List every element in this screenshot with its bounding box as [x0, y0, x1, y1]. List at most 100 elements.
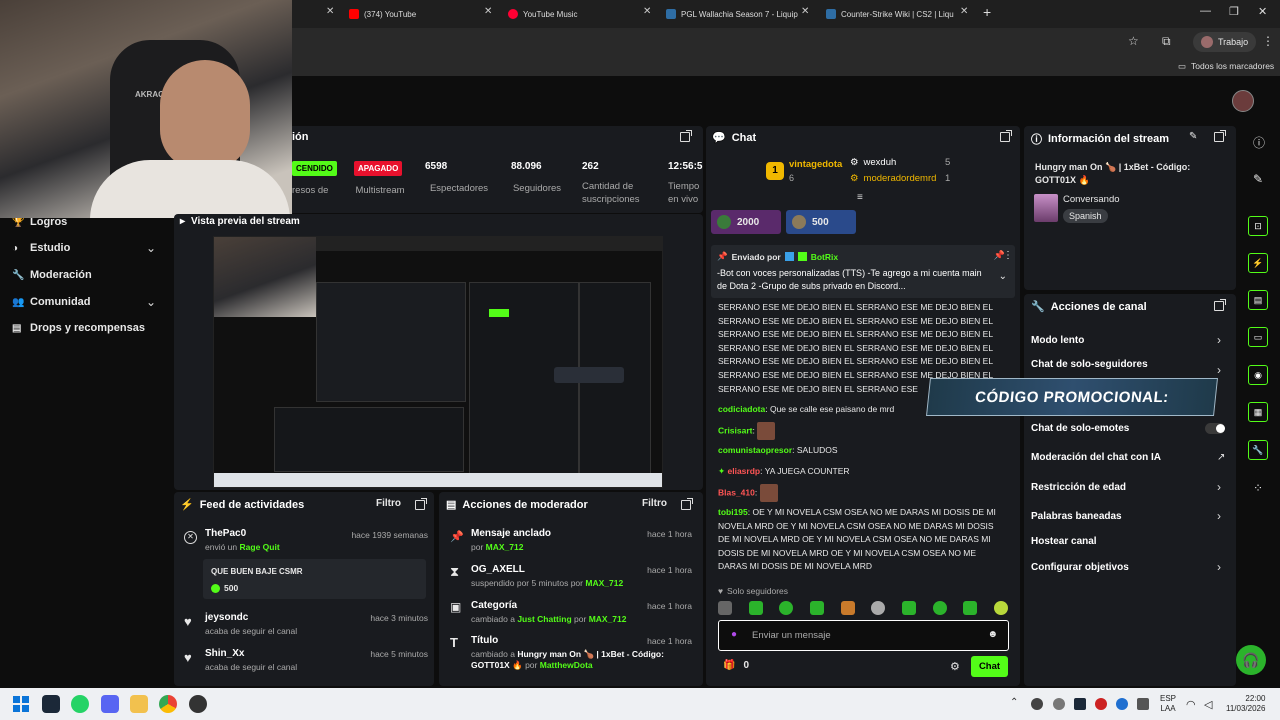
user-avatar[interactable] — [1232, 90, 1254, 112]
leader-row[interactable]: ⚙ wexduh — [850, 157, 896, 168]
popout-icon[interactable] — [1214, 130, 1226, 145]
emote-icon[interactable] — [718, 601, 732, 615]
sidebar-item-moderacion[interactable]: 🔧 Moderación — [12, 269, 92, 281]
emote-icon[interactable] — [901, 601, 916, 615]
action-host-channel[interactable]: Hostear canal — [1031, 536, 1097, 547]
steam-icon[interactable] — [42, 695, 60, 713]
whatsapp-icon[interactable] — [71, 695, 89, 713]
wifi-icon[interactable]: ◠ — [1186, 698, 1196, 711]
quick-action-icon[interactable]: ▦ — [1248, 402, 1268, 422]
chat-input[interactable]: ● Enviar un mensaje ☻ — [718, 620, 1009, 651]
external-link-icon[interactable]: ↗ — [1217, 452, 1225, 463]
quick-action-icon[interactable]: 🔧 — [1248, 440, 1268, 460]
expand-icon[interactable]: ≡ — [857, 192, 863, 203]
emote-icon[interactable] — [809, 601, 824, 615]
popout-icon[interactable] — [415, 498, 427, 513]
close-tab-icon[interactable]: ✕ — [484, 6, 492, 17]
file-explorer-icon[interactable] — [130, 695, 148, 713]
chevron-right-icon[interactable]: › — [1217, 333, 1221, 347]
chevron-down-icon[interactable]: ⌄ — [999, 271, 1007, 282]
sidebar-item-comunidad[interactable]: 👥 Comunidad — [12, 296, 91, 308]
emote-icon[interactable] — [871, 601, 886, 615]
all-bookmarks[interactable]: ▭ Todos los marcadores — [1178, 61, 1274, 72]
minimize-icon[interactable]: — — [1200, 5, 1211, 17]
sidebar-item-drops[interactable]: ▤ Drops y recompensas — [12, 322, 145, 334]
profile-button[interactable]: Trabajo — [1193, 32, 1257, 52]
tab-cs-wiki[interactable]: Counter-Strike Wiki | CS2 | Liqu — [826, 5, 954, 23]
language-indicator[interactable]: ESP LAA — [1160, 694, 1176, 714]
chrome-icon[interactable] — [159, 695, 177, 713]
new-tab-icon[interactable]: + — [983, 4, 991, 20]
sidebar-item-estudio[interactable]: ◑ Estudio — [12, 242, 70, 254]
action-ai-moderation[interactable]: Moderación del chat con IA — [1031, 452, 1161, 463]
menu-dots-icon[interactable]: ⋮ — [1003, 250, 1013, 261]
extensions-icon[interactable]: ⧉ — [1162, 34, 1171, 49]
emote-icon[interactable] — [779, 601, 794, 615]
action-emote-only[interactable]: Chat de solo-emotes — [1031, 423, 1129, 434]
stream-preview-video[interactable] — [213, 236, 663, 488]
action-age-restriction[interactable]: Restricción de edad — [1031, 482, 1126, 493]
feed-filter-button[interactable]: Filtro — [376, 498, 401, 509]
settings-gear-icon[interactable]: ⚙ — [950, 660, 960, 673]
popout-icon[interactable] — [1000, 130, 1012, 145]
pinned-message[interactable]: 📌 Enviado por BotRix -Bot con voces person… — [711, 245, 1015, 298]
star-icon[interactable]: ☆ — [1128, 34, 1139, 48]
emote-icon[interactable] — [993, 601, 1008, 615]
popout-icon[interactable] — [680, 130, 692, 145]
edit-pencil-icon[interactable]: ✎ — [1189, 131, 1197, 142]
app-icon[interactable] — [189, 695, 207, 713]
tray-icon[interactable] — [1095, 698, 1107, 710]
tab-pgl-wallachia[interactable]: PGL Wallachia Season 7 - Liquip — [666, 5, 798, 23]
close-tab-icon[interactable]: ✕ — [960, 6, 968, 17]
gift-banner[interactable]: 500 — [786, 210, 856, 234]
gift-banner[interactable]: 2000 — [711, 210, 781, 234]
emote-icon[interactable] — [840, 601, 855, 615]
close-tab-icon[interactable]: ✕ — [643, 6, 651, 17]
quick-action-icon[interactable]: ⊡ — [1248, 216, 1268, 236]
quick-action-icon[interactable]: ▭ — [1248, 327, 1268, 347]
emote-only-toggle[interactable] — [1205, 423, 1225, 434]
quick-action-icon[interactable]: ⚡ — [1248, 253, 1268, 273]
chevron-right-icon[interactable]: › — [1217, 363, 1221, 377]
channel-points[interactable]: 🎁 0 — [723, 660, 749, 671]
action-goals[interactable]: Configurar objetivos — [1031, 562, 1129, 573]
mic-icon[interactable]: ● — [731, 629, 737, 640]
tab-youtube[interactable]: (374) YouTube — [349, 5, 416, 23]
emote-icon[interactable] — [963, 601, 978, 615]
bluetooth-icon[interactable] — [1116, 698, 1128, 710]
tray-icon[interactable] — [1137, 698, 1149, 710]
grid-icon[interactable]: ⁘ — [1253, 481, 1263, 495]
edit-pencil-icon[interactable]: ✎ — [1253, 172, 1263, 186]
maximize-icon[interactable]: ❐ — [1229, 5, 1239, 18]
emoji-icon[interactable]: ☻ — [987, 629, 998, 640]
chevron-down-icon[interactable]: ⌄ — [146, 295, 156, 309]
menu-dots-icon[interactable]: ⋮ — [1262, 34, 1274, 48]
tray-icon[interactable] — [1053, 698, 1065, 710]
windows-start-icon[interactable] — [13, 696, 29, 712]
action-banned-words[interactable]: Palabras baneadas — [1031, 511, 1122, 522]
quick-action-icon[interactable]: ▤ — [1248, 290, 1268, 310]
action-slow-mode[interactable]: Modo lento — [1031, 335, 1084, 346]
tray-icon[interactable] — [1031, 698, 1043, 710]
mod-filter-button[interactable]: Filtro — [642, 498, 667, 509]
clock[interactable]: 22:00 11/03/2026 — [1226, 694, 1265, 714]
quick-action-icon[interactable]: ◉ — [1248, 365, 1268, 385]
leader-name[interactable]: vintagedota — [789, 159, 842, 170]
tab-youtube-music[interactable]: YouTube Music — [508, 5, 578, 23]
support-headset-icon[interactable]: 🎧 — [1236, 645, 1266, 675]
emote-icon[interactable] — [932, 601, 947, 615]
close-tab-icon[interactable]: ✕ — [326, 6, 334, 17]
chevron-right-icon[interactable]: › — [1217, 509, 1221, 523]
discord-icon[interactable] — [101, 695, 119, 713]
chevron-right-icon[interactable]: › — [1217, 480, 1221, 494]
chevron-down-icon[interactable]: ⌄ — [146, 241, 156, 255]
tray-steam-icon[interactable] — [1074, 698, 1086, 710]
category-name[interactable]: Conversando — [1063, 194, 1120, 205]
close-window-icon[interactable]: ✕ — [1258, 5, 1267, 18]
leader-row[interactable]: ⚙ moderadordemrd — [850, 173, 936, 184]
close-tab-icon[interactable]: ✕ — [801, 6, 809, 17]
emote-icon[interactable] — [748, 601, 763, 615]
tray-chevron-up-icon[interactable]: ⌃ — [1010, 697, 1018, 708]
chevron-right-icon[interactable]: › — [1217, 560, 1221, 574]
popout-icon[interactable] — [681, 498, 693, 513]
